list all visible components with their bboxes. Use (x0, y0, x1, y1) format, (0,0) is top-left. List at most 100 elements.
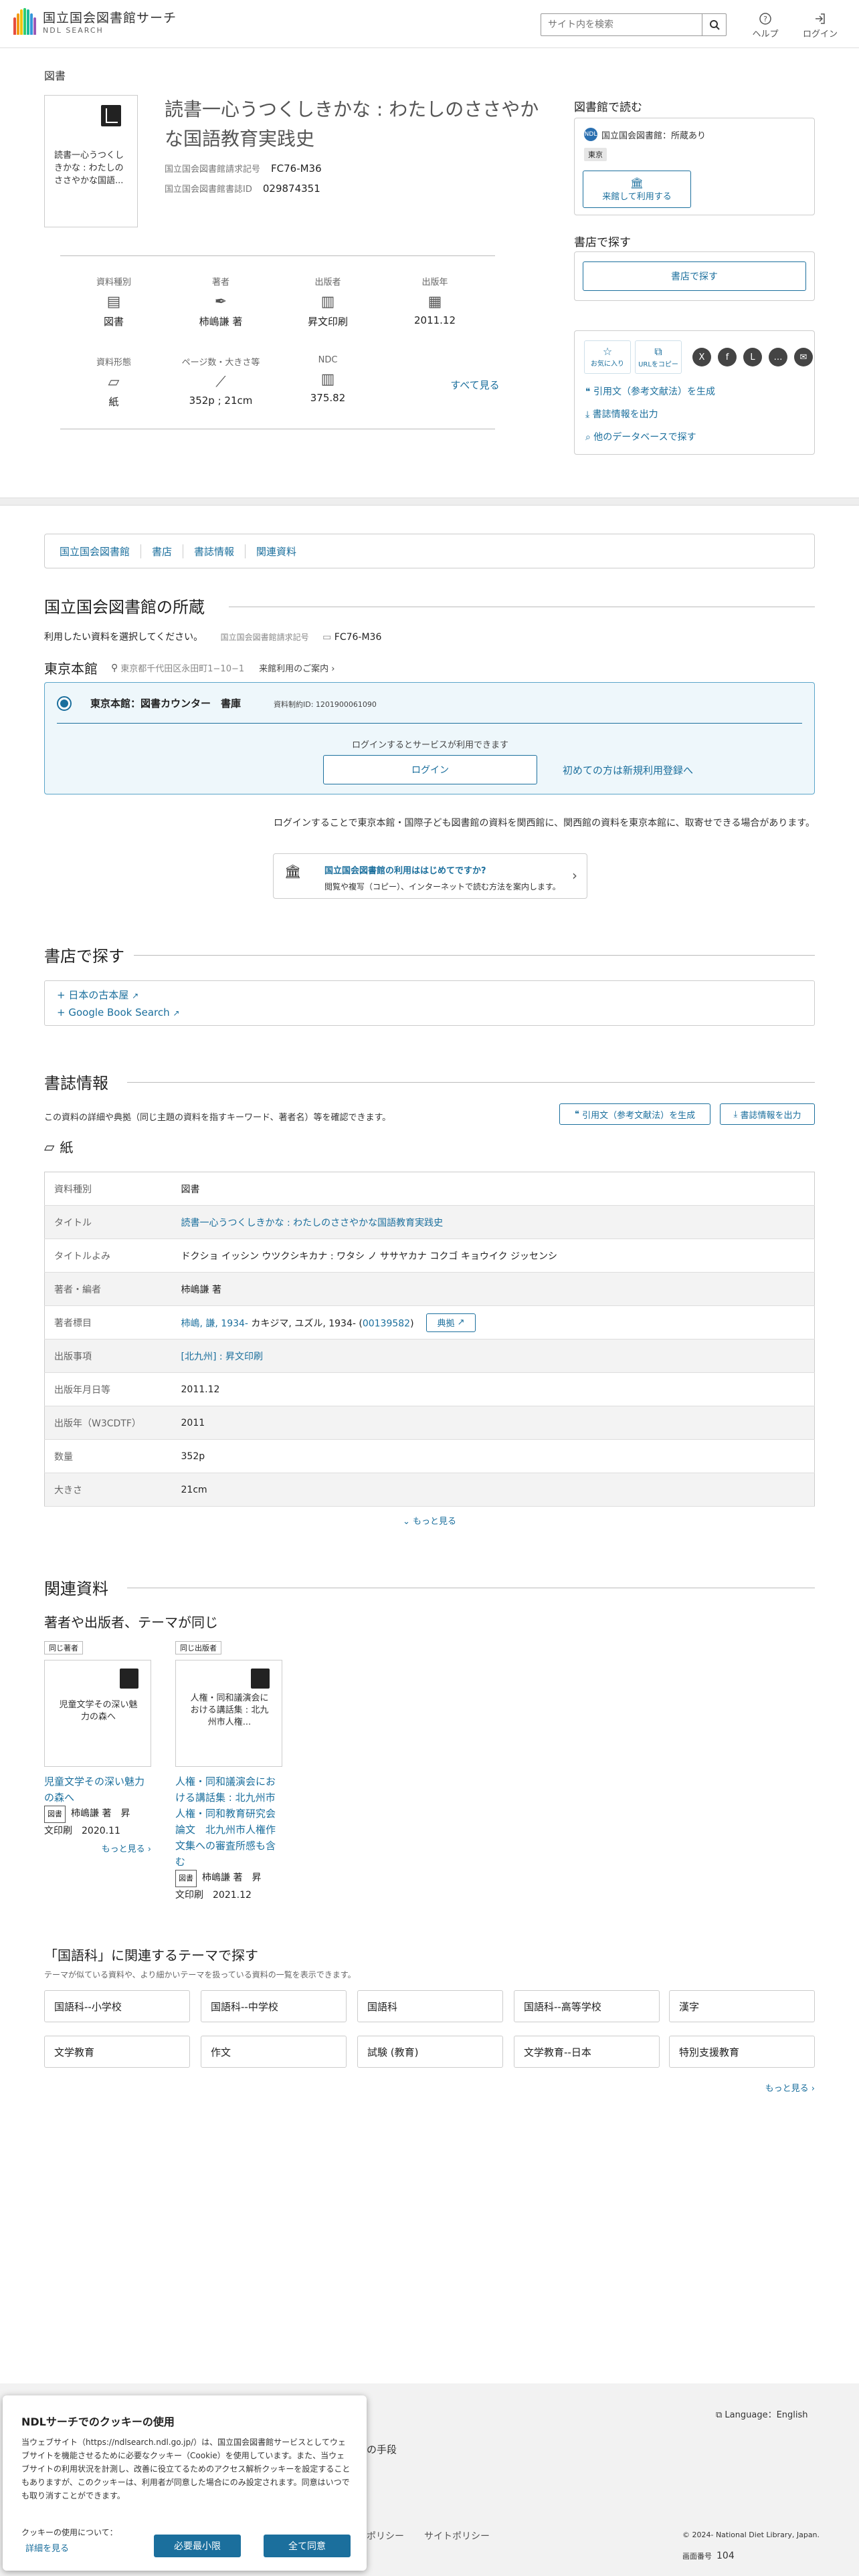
tab-ndl[interactable]: 国立国会図書館 (60, 544, 142, 558)
chevron-right-icon: › (147, 1844, 151, 1854)
holding-item[interactable]: 東京本館：図書カウンター 書庫 資料制約ID: 1201900061090 ログ… (44, 682, 815, 794)
biblio-desc: この資料の詳細や典拠（同じ主題の資料を指すキーワード、著者名）等を確認できます。 (44, 1113, 391, 1123)
publisher-link[interactable]: [北九州] : 昇文印刷 (181, 1352, 264, 1362)
theme-button[interactable]: 国語科 (357, 1990, 503, 2022)
holdings-instruction: 利用したい資料を選択してください。 (44, 632, 203, 643)
author-heading-link[interactable]: 柿嶋, 謙, 1934- (181, 1318, 248, 1329)
cookie-minimum-button[interactable]: 必要最小限 (154, 2535, 241, 2557)
facet-year: 出版年 ▦ 2011.12 (381, 275, 488, 326)
callno-label: 国立国会図書館請求記号 (165, 165, 261, 175)
related-more-label: もっと見る (101, 1844, 145, 1854)
see-all-link[interactable]: すべて見る (421, 378, 529, 392)
google-books-link[interactable]: + Google Book Search ↗ (57, 1006, 179, 1018)
row-key: 資料種別 (44, 1172, 172, 1206)
facebook-share-icon[interactable]: f (718, 348, 737, 366)
mail-share-icon[interactable]: ✉ (794, 348, 813, 366)
related-title-link[interactable]: 児童文学その深い魅力の森へ (44, 1774, 151, 1806)
related-title-link[interactable]: 人権・同和議演会における講話集 : 北九州市人権・同和教育研究会論文 北九州市人… (175, 1774, 282, 1870)
login-button[interactable]: ログイン (800, 11, 840, 39)
search-input[interactable] (541, 14, 702, 35)
row-key: タイトル (44, 1205, 172, 1239)
tab-biblio[interactable]: 書誌情報 (183, 544, 246, 558)
related-pub: 文印刷 2021.12 (175, 1890, 252, 1901)
callno-line: 国立国会図書館請求記号 FC76-M36 (165, 162, 322, 175)
theme-button[interactable]: 特別支援教育 (669, 2036, 815, 2068)
theme-button[interactable]: 文学教育 (44, 2036, 190, 2068)
related-meta: 図書 柿嶋謙 著 昇 (44, 1806, 151, 1823)
table-row: 著者標目 柿嶋, 謙, 1934- カキジマ, ユズル, 1934- (00139… (44, 1305, 815, 1339)
table-row: タイトルよみ ドクショ イッシン ウツクシキカナ : ワタシ ノ ササヤカナ コク… (44, 1239, 815, 1273)
biblio-table: 資料種別 図書 タイトル 読書一心うつくしきかな : わたしのささやかな国語教育実践… (44, 1172, 815, 1507)
visit-button[interactable]: 🏛 来館して利用する (583, 171, 691, 208)
facet-author: 著者 ✒ 柿嶋謙 著 (167, 275, 274, 328)
download-icon: ⤓ (733, 1109, 741, 1119)
register-link[interactable]: 初めての方は新規利用登録へ (563, 763, 693, 777)
site-logo[interactable]: 国立国会図書館サーチ NDL SEARCH (13, 8, 177, 35)
favorite-button[interactable]: ☆ お気に入り (584, 340, 631, 374)
row-key: 出版事項 (44, 1339, 172, 1373)
footer-site-policy-link[interactable]: サイトポリシー (424, 2529, 490, 2543)
tab-bookstore[interactable]: 書店 (141, 544, 184, 558)
holding-location: 東京本館：図書カウンター 書庫 (90, 697, 242, 710)
biblio-more-link[interactable]: ⌄ もっと見る (0, 1514, 859, 1527)
row-value: ドクショ イッシン ウツクシキカナ : ワタシ ノ ササヤカナ コクゴ キョウイ… (171, 1239, 815, 1273)
bookstore-button[interactable]: 書店で探す (583, 261, 806, 291)
hatena-share-icon[interactable]: … (769, 348, 787, 366)
related-cover[interactable]: 人権・同和議演会における講話集 : 北九州市人権... (175, 1660, 282, 1767)
theme-button[interactable]: 国語科--中学校 (201, 1990, 347, 2022)
book-icon (101, 105, 121, 126)
language-switch[interactable]: ⧉ Language：English (716, 2407, 808, 2420)
line-share-icon[interactable]: L (743, 348, 762, 366)
authority-id-link[interactable]: 00139582 (363, 1318, 410, 1329)
screen-number: 画面番号 104 (682, 2551, 735, 2561)
visit-guide-label: 来館利用のご案内 (259, 664, 329, 674)
visit-guide-link[interactable]: 来館利用のご案内 › (259, 661, 335, 674)
related-card[interactable]: 同じ出版者 人権・同和議演会における講話集 : 北九州市人権... 人権・同和議… (175, 1641, 282, 1903)
footer-policy-link[interactable]: ポリシー (367, 2529, 404, 2543)
facet-label: 資料種別 (96, 278, 131, 288)
related-card[interactable]: 同じ著者 児童文学その深い魅力の森へ 児童文学その深い魅力の森へ 図書 柿嶋謙 著… (44, 1641, 151, 1854)
theme-button[interactable]: 国語科--高等学校 (514, 1990, 660, 2022)
help-button[interactable]: ? ヘルプ (745, 11, 785, 39)
export-button[interactable]: ⤓ 書誌情報を出力 (720, 1103, 815, 1125)
related-tag: 同じ著者 (44, 1641, 83, 1654)
theme-button[interactable]: 漢字 (669, 1990, 815, 2022)
holding-radio[interactable] (57, 696, 72, 711)
logo-text-jp: 国立国会図書館サーチ (43, 11, 177, 25)
bookstore-find-box: 書店で探す (574, 251, 815, 301)
theme-button[interactable]: 文学教育--日本 (514, 2036, 660, 2068)
x-share-icon[interactable]: X (692, 348, 711, 366)
cookie-detail-link[interactable]: 詳細を見る (25, 2541, 69, 2554)
cookie-accept-all-button[interactable]: 全て同意 (264, 2535, 351, 2557)
theme-button[interactable]: 作文 (201, 2036, 347, 2068)
related-more-link[interactable]: もっと見る › (44, 1842, 151, 1854)
title-link[interactable]: 読書一心うつくしきかな : わたしのささやかな国語教育実践史 (181, 1218, 444, 1228)
copy-url-button[interactable]: ⧉ URLをコピー (635, 340, 682, 374)
cite-link[interactable]: ❝ 引用文（参考文献法）を生成 (585, 385, 715, 398)
cite-button-label: 引用文（参考文献法）を生成 (582, 1110, 696, 1121)
help-icon: ? (759, 13, 771, 25)
holding-login-button[interactable]: ログイン (323, 755, 537, 784)
related-cover[interactable]: 児童文学その深い魅力の森へ (44, 1660, 151, 1767)
theme-button[interactable]: 試験 (教育) (357, 2036, 503, 2068)
bookstores-heading: 書店で探す (44, 943, 135, 966)
other-db-link[interactable]: ⌕ 他のデータベースで探す (585, 430, 696, 443)
first-time-promo[interactable]: 🏛 国立国会図書館の利用ははじめてですか? 閲覧や複写（コピー）、インターネット… (273, 853, 587, 899)
cite-button[interactable]: ❝ 引用文（参考文献法）を生成 (559, 1103, 710, 1125)
footer-link-partial[interactable]: の手段 (367, 2442, 397, 2456)
theme-button[interactable]: 国語科--小学校 (44, 1990, 190, 2022)
form-label: 紙 (60, 1140, 74, 1156)
note-icon: ▭ (322, 632, 332, 643)
kosho-link[interactable]: + 日本の古本屋 ↗ (57, 988, 138, 1002)
tab-related[interactable]: 関連資料 (246, 544, 307, 558)
book-icon (120, 1669, 138, 1689)
login-note: ログインするとサービスが利用できます (351, 740, 508, 750)
facet-publisher: 出版者 ▥ 昇文印刷 (274, 275, 381, 328)
other-db-link-label: 他のデータベースで探す (593, 432, 696, 443)
authority-button[interactable]: 典拠 ↗ (426, 1313, 476, 1332)
facet-label: 出版者 (314, 278, 341, 288)
search-button[interactable] (702, 14, 726, 35)
table-row: タイトル 読書一心うつくしきかな : わたしのささやかな国語教育実践史 (44, 1205, 815, 1239)
export-link[interactable]: ⤓ 書誌情報を出力 (585, 407, 658, 421)
themes-more-link[interactable]: もっと見る › (736, 2081, 815, 2094)
